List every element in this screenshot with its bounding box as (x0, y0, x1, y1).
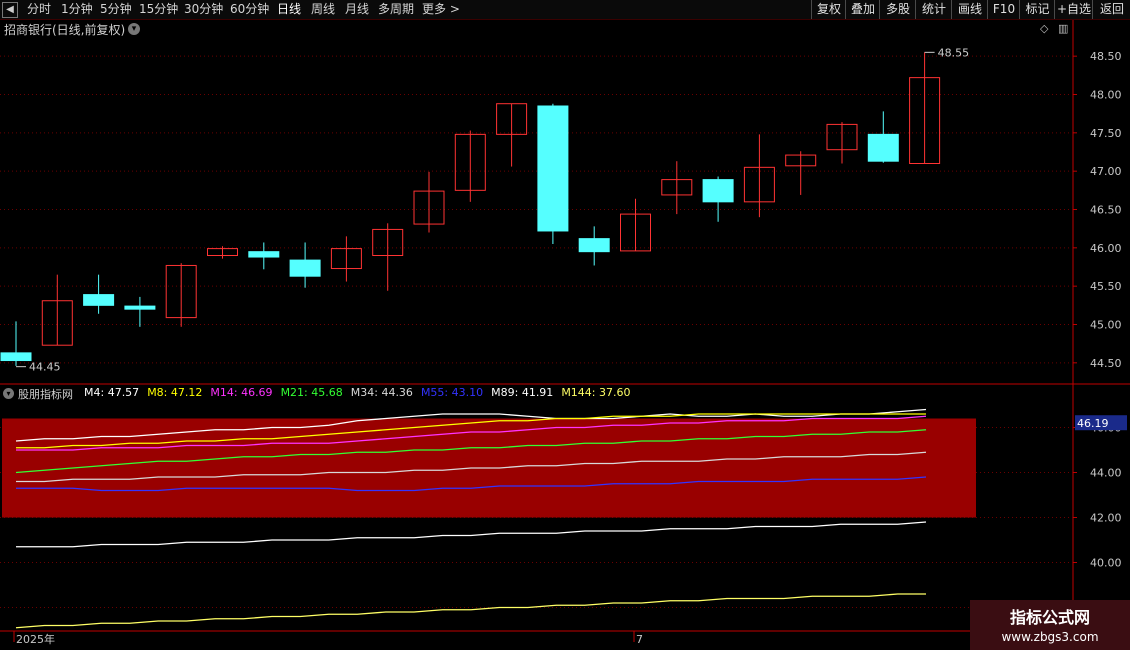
candle-body (83, 294, 115, 306)
indicator-line-M144 (15, 593, 926, 629)
price-tick-label: 48.50 (1090, 50, 1122, 63)
date-label-start: 2025年 (16, 632, 55, 646)
high-label: 48.55 (938, 46, 970, 59)
price-tick-label: 44.50 (1090, 357, 1122, 370)
watermark: 指标公式网 www.zbgs3.com (970, 600, 1130, 650)
indicator-line-M89 (16, 521, 927, 548)
candle-body (867, 133, 899, 162)
candle-body (248, 251, 280, 258)
price-tick-label: 48.00 (1090, 89, 1122, 102)
date-label-mid: 7 (636, 633, 643, 646)
price-tick-label: 46.00 (1090, 242, 1122, 255)
indicator-tick-label: 44.00 (1090, 467, 1122, 480)
candle-body (702, 179, 734, 203)
price-tick-label: 45.50 (1090, 280, 1122, 293)
indicator-tick-label: 42.00 (1090, 512, 1122, 525)
price-tick-label: 47.00 (1090, 165, 1122, 178)
candle-body (124, 305, 156, 310)
indicator-tick-label: 40.00 (1090, 557, 1122, 570)
watermark-title: 指标公式网 (1009, 608, 1090, 627)
candle-body (0, 352, 32, 362)
kline-chart[interactable]: 48.50 48.00 47.50 47.00 46.50 46.00 45.50 45.00… (0, 0, 1130, 650)
candle-body (289, 259, 321, 277)
price-tick-label: 46.50 (1090, 204, 1122, 217)
indicator-current-label: 46.19 (1077, 417, 1109, 430)
price-tick-label: 45.00 (1090, 319, 1122, 332)
candle-body (578, 238, 610, 253)
low-label: 44.45 (29, 361, 61, 374)
price-tick-label: 47.50 (1090, 127, 1122, 140)
watermark-url: www.zbgs3.com (1001, 630, 1099, 644)
candle-body (537, 105, 569, 232)
